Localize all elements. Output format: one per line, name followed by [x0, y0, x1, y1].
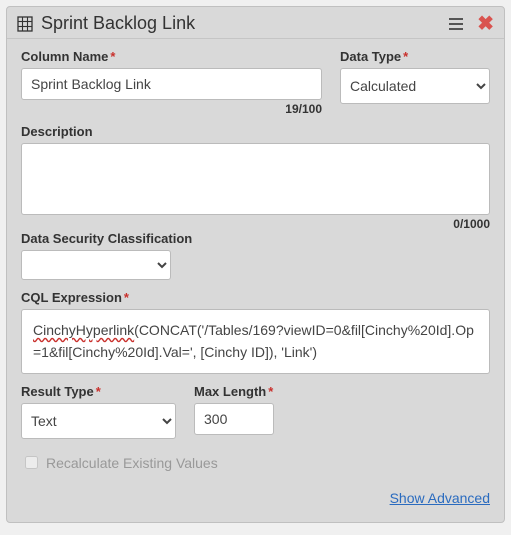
- column-editor-panel: Sprint Backlog Link ✖ Column Name* 19/10…: [6, 6, 505, 523]
- data-type-select[interactable]: Calculated: [340, 68, 490, 104]
- close-icon[interactable]: ✖: [477, 14, 494, 34]
- max-length-input[interactable]: [194, 403, 274, 435]
- menu-icon[interactable]: [447, 15, 465, 33]
- dsc-label: Data Security Classification: [21, 231, 490, 246]
- panel-title: Sprint Backlog Link: [41, 13, 195, 34]
- cql-function-name: CinchyHyperlink: [33, 322, 134, 338]
- recalculate-checkbox: [25, 456, 38, 469]
- show-advanced-link[interactable]: Show Advanced: [390, 490, 490, 506]
- grid-icon: [17, 16, 33, 32]
- column-name-input[interactable]: [21, 68, 322, 100]
- panel-header: Sprint Backlog Link ✖: [7, 7, 504, 39]
- panel-body: Column Name* 19/100 Data Type* Calculate…: [7, 39, 504, 522]
- recalculate-label: Recalculate Existing Values: [46, 455, 218, 471]
- result-type-label: Result Type*: [21, 384, 176, 399]
- description-label: Description: [21, 124, 490, 139]
- dsc-select[interactable]: [21, 250, 171, 280]
- max-length-label: Max Length*: [194, 384, 274, 399]
- description-textarea[interactable]: [21, 143, 490, 215]
- column-name-counter: 19/100: [21, 102, 322, 116]
- data-type-label: Data Type*: [340, 49, 490, 64]
- cql-label: CQL Expression*: [21, 290, 490, 305]
- recalculate-row: Recalculate Existing Values: [21, 453, 490, 472]
- description-counter: 0/1000: [21, 217, 490, 231]
- cql-expression-input[interactable]: CinchyHyperlink(CONCAT('/Tables/169?view…: [21, 309, 490, 374]
- column-name-label: Column Name*: [21, 49, 322, 64]
- result-type-select[interactable]: Text: [21, 403, 176, 439]
